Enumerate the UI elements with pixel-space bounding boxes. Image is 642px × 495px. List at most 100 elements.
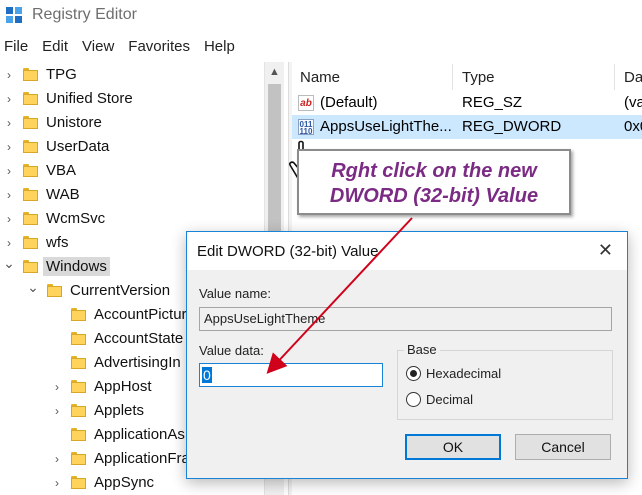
chevron-right-icon[interactable]: › [3, 237, 15, 249]
tree-item-label: Unified Store [46, 90, 133, 107]
tree-item-label: Applets [94, 402, 145, 419]
hexadecimal-label[interactable]: Hexadecimal [426, 366, 501, 381]
tree-item[interactable]: › Unified Store [0, 87, 264, 111]
annotation-text: Rght click on the new DWORD (32-bit) Val… [299, 159, 569, 209]
column-divider[interactable] [452, 64, 453, 90]
value-data-input[interactable]: 0 [199, 363, 383, 387]
chevron-right-icon[interactable]: › [3, 213, 15, 225]
tree-item-label: AccountPictur [94, 306, 187, 323]
annotation-callout: Rght click on the new DWORD (32-bit) Val… [297, 149, 571, 215]
chevron-right-icon[interactable]: › [3, 189, 15, 201]
chevron-down-icon[interactable]: ⌄ [27, 280, 39, 294]
tree-item-label: Windows [43, 257, 110, 276]
column-divider[interactable] [614, 64, 615, 90]
folder-icon [71, 332, 86, 345]
tree-item-label: CurrentVersion [70, 282, 171, 299]
value-row-default[interactable]: ab (Default) REG_SZ (va [292, 91, 642, 115]
folder-icon [23, 212, 38, 225]
tree-item-label: wfs [46, 234, 69, 251]
value-data: (va [624, 94, 642, 111]
string-value-icon: ab [298, 95, 314, 111]
annotation-line-1: Rght click on the new [331, 160, 537, 182]
value-data-label: Value data: [199, 343, 264, 358]
tree-item-label: VBA [46, 162, 77, 179]
value-data-text: 0 [202, 367, 212, 383]
menu-edit[interactable]: Edit [38, 36, 76, 58]
hexadecimal-radio[interactable] [406, 366, 421, 381]
chevron-right-icon[interactable]: › [51, 405, 63, 417]
dialog-title: Edit DWORD (32-bit) Value [197, 243, 379, 260]
column-header-data[interactable]: Da [624, 66, 642, 90]
folder-icon [71, 356, 86, 369]
tree-item-label: WcmSvc [46, 210, 106, 227]
tree-item[interactable]: › TPG [0, 63, 264, 87]
tree-item-label: AccountState [94, 330, 184, 347]
menu-file[interactable]: File [0, 36, 36, 58]
tree-item-label: WAB [46, 186, 80, 203]
cancel-button[interactable]: Cancel [515, 434, 611, 460]
chevron-right-icon[interactable]: › [3, 93, 15, 105]
dialog-title-bar[interactable]: Edit DWORD (32-bit) Value ✕ [187, 232, 627, 270]
base-group: Base Hexadecimal Decimal [397, 342, 613, 420]
tree-item-label: TPG [46, 66, 77, 83]
value-name: AppsUseLightThe... [320, 118, 452, 135]
window-title: Registry Editor [32, 6, 137, 23]
menu-help[interactable]: Help [200, 36, 243, 58]
chevron-right-icon[interactable]: › [3, 141, 15, 153]
folder-icon [47, 284, 62, 297]
folder-icon [23, 68, 38, 81]
tree-item[interactable]: › Unistore [0, 111, 264, 135]
chevron-right-icon[interactable]: › [51, 381, 63, 393]
folder-icon [23, 164, 38, 177]
chevron-down-icon[interactable]: ⌄ [3, 256, 15, 270]
tree-item-label: AdvertisingIn [94, 354, 181, 371]
registry-editor-icon [6, 7, 24, 25]
folder-icon [23, 116, 38, 129]
chevron-right-icon[interactable]: › [51, 477, 63, 489]
folder-icon [23, 140, 38, 153]
annotation-line-2: DWORD (32-bit) Value [329, 185, 539, 207]
tree-item-label: AppHost [94, 378, 152, 395]
folder-icon [71, 308, 86, 321]
title-bar: Registry Editor [0, 0, 642, 32]
decimal-radio[interactable] [406, 392, 421, 407]
tree-item-label: UserData [46, 138, 110, 155]
tree-item[interactable]: › VBA [0, 159, 264, 183]
folder-icon [71, 380, 86, 393]
menu-bar: File Edit View Favorites Help [0, 36, 245, 58]
value-name-label: Value name: [199, 286, 272, 301]
column-header-name[interactable]: Name [300, 66, 340, 90]
close-icon[interactable]: ✕ [598, 240, 613, 261]
chevron-right-icon[interactable]: › [3, 69, 15, 81]
tree-item-label: Unistore [46, 114, 102, 131]
value-type: REG_DWORD [462, 118, 562, 135]
edit-dword-dialog: Edit DWORD (32-bit) Value ✕ Value name: … [186, 231, 628, 479]
scroll-up-icon[interactable]: ▲ [269, 66, 280, 78]
tree-item[interactable]: › UserData [0, 135, 264, 159]
ok-button[interactable]: OK [405, 434, 501, 460]
binary-value-icon: 011 110 [298, 119, 314, 136]
decimal-label[interactable]: Decimal [426, 392, 473, 407]
value-row-appsuselighttheme[interactable]: 011110 AppsUseLightThe... REG_DWORD 0x0 [292, 115, 642, 139]
tree-item[interactable]: › WcmSvc [0, 207, 264, 231]
folder-icon [71, 428, 86, 441]
tree-item[interactable]: › WAB [0, 183, 264, 207]
tree-item-label: ApplicationAs [94, 426, 185, 443]
chevron-right-icon[interactable]: › [51, 453, 63, 465]
folder-icon [71, 404, 86, 417]
menu-favorites[interactable]: Favorites [124, 36, 198, 58]
folder-icon [71, 476, 86, 489]
menu-view[interactable]: View [78, 36, 122, 58]
folder-icon [23, 188, 38, 201]
column-header-type[interactable]: Type [462, 66, 495, 90]
folder-icon [23, 236, 38, 249]
value-name: (Default) [320, 94, 378, 111]
base-label: Base [404, 342, 440, 357]
tree-item-label: AppSync [94, 474, 155, 491]
value-name-field[interactable]: AppsUseLightTheme [199, 307, 612, 331]
value-type: REG_SZ [462, 94, 523, 111]
folder-icon [23, 260, 38, 273]
chevron-right-icon[interactable]: › [3, 117, 15, 129]
value-data: 0x0 [624, 118, 642, 135]
chevron-right-icon[interactable]: › [3, 165, 15, 177]
